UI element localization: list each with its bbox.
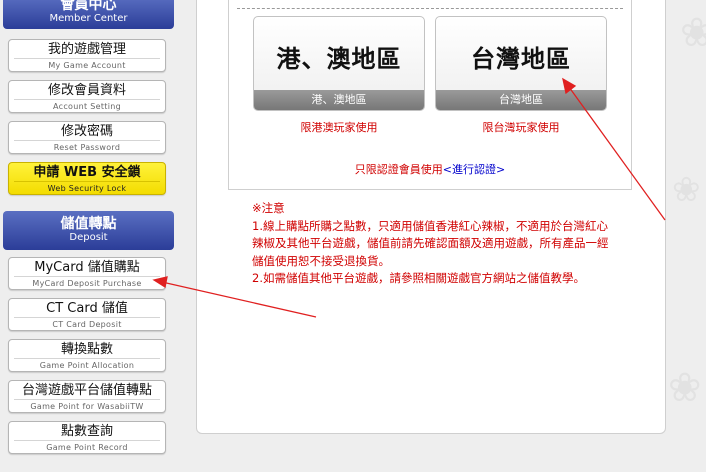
region-note: 限港澳玩家使用: [300, 121, 378, 134]
notice-item: 2.如需儲值其他平台遊戲，請參照相關遊戲官方網站之儲值教學。: [252, 271, 585, 286]
reset-password-button[interactable]: 修改密碼 Reset Password: [8, 121, 166, 154]
mycard-deposit-button[interactable]: MyCard 儲值購點 MyCard Deposit Purchase: [8, 257, 166, 290]
member-center-title: 會員中心: [60, 0, 117, 13]
button-label: MyCard 儲值購點: [34, 260, 140, 275]
background-watermark: ❀: [680, 10, 706, 56]
taiwan-region-button[interactable]: 台灣地區 台灣地區: [435, 16, 607, 111]
deposit-title: 儲值轉點: [60, 216, 117, 232]
verify-link[interactable]: 進行認證: [452, 163, 496, 176]
button-sublabel: Reset Password: [14, 140, 160, 153]
background-watermark: ❀: [668, 365, 702, 411]
button-sublabel: MyCard Deposit Purchase: [14, 276, 160, 289]
button-sublabel: Account Setting: [14, 99, 160, 112]
button-sublabel: Game Point Allocation: [14, 358, 160, 371]
member-center-header: 會員中心 Member Center: [3, 0, 174, 29]
verify-line: 只限認證會員使用<進行認證>: [228, 161, 632, 177]
background-watermark: ❀: [672, 170, 701, 210]
region-bar-label: 台灣地區: [436, 90, 606, 110]
verify-link-close: >: [496, 163, 506, 176]
button-sublabel: My Game Account: [14, 58, 160, 71]
divider: [237, 8, 623, 9]
button-label: 台灣遊戲平台儲值轉點: [21, 383, 152, 398]
verify-link-open: <: [442, 163, 452, 176]
sidebar: 會員中心 Member Center 我的遊戲管理 My Game Accoun…: [0, 0, 176, 472]
button-label: 轉換點數: [60, 342, 113, 357]
button-sublabel: Game Point for WasabiiTW: [14, 399, 160, 412]
member-center-subtitle: Member Center: [49, 13, 128, 24]
button-label: 修改密碼: [60, 124, 113, 139]
web-security-lock-button[interactable]: 申請 WEB 安全鎖 Web Security Lock: [8, 162, 166, 195]
region-note: 限台灣玩家使用: [482, 121, 560, 134]
button-sublabel: Game Point Record: [14, 440, 160, 453]
region-title: 台灣地區: [471, 45, 571, 73]
button-sublabel: Web Security Lock: [14, 181, 160, 194]
game-point-record-button[interactable]: 點數查詢 Game Point Record: [8, 421, 166, 454]
button-label: 申請 WEB 安全鎖: [33, 165, 141, 180]
deposit-header: 儲值轉點 Deposit: [3, 211, 174, 250]
button-label: 修改會員資料: [47, 83, 126, 98]
account-setting-button[interactable]: 修改會員資料 Account Setting: [8, 80, 166, 113]
region-title: 港、澳地區: [276, 45, 402, 73]
my-game-account-button[interactable]: 我的遊戲管理 My Game Account: [8, 39, 166, 72]
button-label: 我的遊戲管理: [47, 42, 126, 57]
wasabii-deposit-button[interactable]: 台灣遊戲平台儲值轉點 Game Point for WasabiiTW: [8, 380, 166, 413]
deposit-subtitle: Deposit: [69, 232, 108, 243]
notice-block: ※注意 1.線上購點所購之點數，只適用儲值香港紅心辣椒，不適用於台灣紅心辣椒及其…: [252, 200, 612, 288]
ct-card-deposit-button[interactable]: CT Card 儲值 CT Card Deposit: [8, 298, 166, 331]
game-point-allocation-button[interactable]: 轉換點數 Game Point Allocation: [8, 339, 166, 372]
button-label: CT Card 儲值: [46, 301, 128, 316]
button-label: 點數查詢: [60, 424, 113, 439]
notice-title: ※注意: [252, 201, 285, 215]
region-bar-label: 港、澳地區: [254, 90, 424, 110]
button-sublabel: CT Card Deposit: [14, 317, 160, 330]
hk-macau-region-button[interactable]: 港、澳地區 港、澳地區: [253, 16, 425, 111]
notice-item: 1.線上購點所購之點數，只適用儲值香港紅心辣椒，不適用於台灣紅心辣椒及其他平台遊…: [252, 218, 609, 268]
verify-text: 只限認證會員使用: [354, 163, 443, 176]
